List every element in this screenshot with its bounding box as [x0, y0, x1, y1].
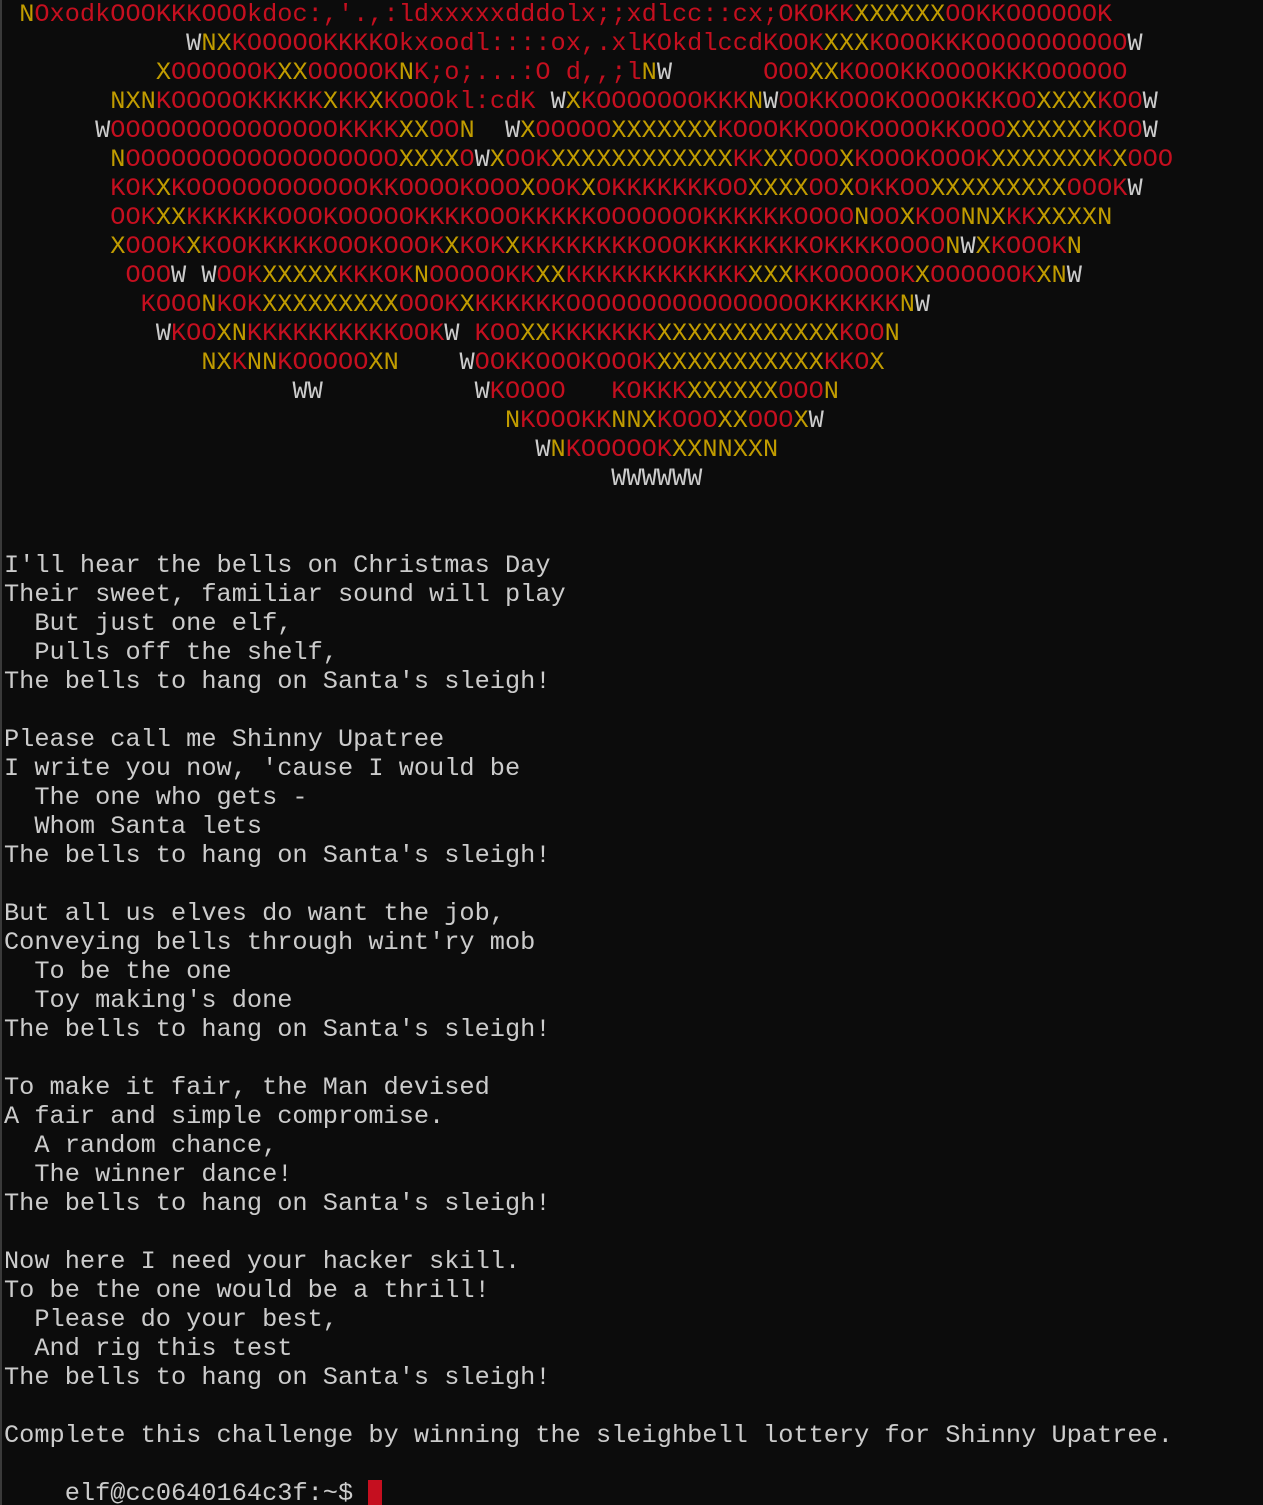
- poem-line: I'll hear the bells on Christmas Day: [4, 551, 551, 580]
- poem-line: The bells to hang on Santa's sleigh!: [4, 1015, 551, 1044]
- ascii-art-line: OOOW WOOKXXXXXKKKOKNOOOOOKKXXKKKKKKKKKKK…: [125, 261, 1082, 290]
- poem-line: To be the one would be a thrill!: [4, 1276, 490, 1305]
- poem-line: Whom Santa lets: [4, 812, 263, 841]
- ascii-art-line: NOOOOOOOOOOOOOOOOOOXXXXOWXOOKXXXXXXXXXXX…: [110, 145, 1174, 174]
- terminal-window[interactable]: NOxodkOOOKKKOOOkdoc:,'.,:ldxxxxxdddolx;;…: [0, 0, 1263, 1505]
- poem-line: Please call me Shinny Upatree: [4, 725, 445, 754]
- poem-line: The winner dance!: [4, 1160, 293, 1189]
- poem-line: Pulls off the shelf,: [4, 638, 338, 667]
- ascii-art-line: NOxodkOOOKKKOOOkdoc:,'.,:ldxxxxxdddolx;;…: [19, 0, 1113, 29]
- command-prompt-line[interactable]: elf@cc0640164c3f:~$: [4, 1450, 383, 1505]
- ascii-art-line: KOKXKOOOOOOOOOOOOKKOOOOKOOOXOOKXOKKKKKKK…: [110, 174, 1143, 203]
- ascii-art-line: NKOOOKKNNXKOOOXXOOOXW: [504, 406, 824, 435]
- poem-line: But just one elf,: [4, 609, 293, 638]
- ascii-art-line: KOOONKOKXXXXXXXXXOOOKXKKKKKKOOOOOOOOOOOO…: [140, 290, 931, 319]
- ascii-art-line: WNKOOOOOKXXNNXXN: [535, 435, 779, 464]
- ascii-art-line: NXNKOOOOOKKKKKXKKXKOOOkl:cdK WXKOOOOOOOK…: [110, 87, 1158, 116]
- poem-line: Conveying bells through wint'ry mob: [4, 928, 536, 957]
- ascii-art-line: WNXKOOOOOKKKKOkxoodl::::ox,.xlKOkdlccdKO…: [186, 29, 1143, 58]
- poem-line: To be the one: [4, 957, 232, 986]
- poem-line: I write you now, 'cause I would be: [4, 754, 521, 783]
- poem-line: To make it fair, the Man devised: [4, 1073, 490, 1102]
- poem-line: But all us elves do want the job,: [4, 899, 505, 928]
- ascii-art-line: WOOOOOOOOOOOOOOOKKKKXXOON WXOOOOOXXXXXXX…: [95, 116, 1158, 145]
- ascii-art-line: WW WKOOOO KOKKKXXXXXXOOON: [292, 377, 839, 406]
- ascii-art-line: WKOOXNKKKKKKKKKKOOKW KOOXXKKKKKKKXXXXXXX…: [155, 319, 900, 348]
- text-cursor: [368, 1480, 383, 1505]
- poem-line: A random chance,: [4, 1131, 278, 1160]
- ascii-art-line: XOOOOOOKXXOOOOOKNK;o;...:O d,,;lNW OOOXX…: [155, 58, 1128, 87]
- poem-line: And rig this test: [4, 1334, 293, 1363]
- ascii-art-line: NXKNNKOOOOOXN WOOKKOOOKOOOKXXXXXXXXXXXKK…: [201, 348, 885, 377]
- poem-line: Please do your best,: [4, 1305, 338, 1334]
- poem-line: A fair and simple compromise.: [4, 1102, 445, 1131]
- ascii-art-line: OOKXXKKKKKKOOOKOOOOOKKKKOOOKKKKKOOOOOOOK…: [110, 203, 1113, 232]
- poem-line: Toy making's done: [4, 986, 293, 1015]
- poem-line: Complete this challenge by winning the s…: [4, 1421, 1173, 1450]
- poem-line: The one who gets -: [4, 783, 308, 812]
- ascii-art-line: WWWWWW: [611, 464, 703, 493]
- poem-line: The bells to hang on Santa's sleigh!: [4, 841, 551, 870]
- ascii-art-line: XOOOKXKOOKKKKKOOOKOOOKXKOKXKKKKKKKKOOOKK…: [110, 232, 1082, 261]
- poem-line: The bells to hang on Santa's sleigh!: [4, 1363, 551, 1392]
- poem-line: Now here I need your hacker skill.: [4, 1247, 521, 1276]
- poem-line: The bells to hang on Santa's sleigh!: [4, 667, 551, 696]
- poem-line: Their sweet, familiar sound will play: [4, 580, 566, 609]
- poem-line: The bells to hang on Santa's sleigh!: [4, 1189, 551, 1218]
- shell-prompt: elf@cc0640164c3f:~$: [64, 1479, 369, 1505]
